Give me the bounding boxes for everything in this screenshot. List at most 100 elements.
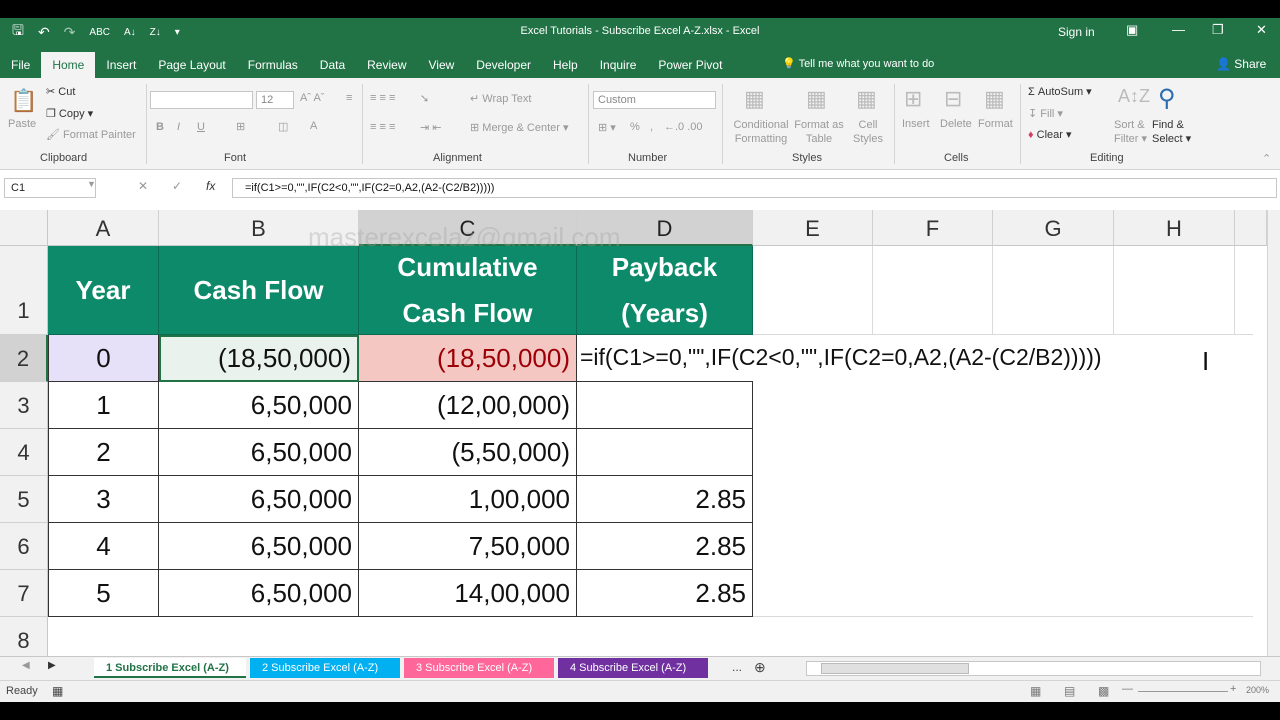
tab-view[interactable]: View	[418, 52, 466, 78]
save-icon[interactable]: 🖫	[12, 20, 24, 44]
magnifier-icon[interactable]: ⚲	[1158, 84, 1176, 113]
cell-year[interactable]: 0	[48, 335, 159, 382]
tab-data[interactable]: Data	[309, 52, 356, 78]
grow-font-icon[interactable]: Aˆ Aˇ	[300, 92, 324, 104]
paste-icon[interactable]: 📋	[10, 88, 37, 114]
tab-home[interactable]: Home	[41, 52, 96, 78]
font-size-box[interactable]: 12	[256, 91, 294, 109]
cell-cash-flow[interactable]: 6,50,000	[159, 570, 359, 617]
paste-button[interactable]: Paste	[8, 118, 36, 130]
orientation-icon[interactable]: ➘	[420, 92, 429, 105]
comma-icon[interactable]: ,	[650, 121, 653, 133]
row-header-2[interactable]: 2	[0, 335, 48, 382]
fill-color-icon[interactable]: ◫	[278, 120, 288, 133]
cell-year[interactable]: 5	[48, 570, 159, 617]
autosum-button[interactable]: Σ AutoSum ▾	[1028, 85, 1092, 98]
borders-icon[interactable]: ⊞	[236, 120, 245, 133]
format-cells-button[interactable]: Format	[978, 118, 1013, 130]
tab-file[interactable]: File	[0, 52, 41, 78]
fill-button[interactable]: ↧ Fill ▾	[1028, 107, 1063, 120]
sheet-tab-2[interactable]: 2 Subscribe Excel (A-Z)	[250, 658, 400, 678]
format-painter-button[interactable]: 🖌 Format Painter	[46, 128, 136, 141]
normal-view-icon[interactable]: ▦	[1030, 684, 1041, 698]
insert-function-icon[interactable]: fx	[206, 179, 215, 193]
cell-styles-button[interactable]: Cell Styles	[848, 118, 888, 146]
wrap-text-button[interactable]: ↵ Wrap Text	[470, 92, 531, 105]
tab-insert[interactable]: Insert	[95, 52, 147, 78]
zoom-in-icon[interactable]: +	[1230, 683, 1236, 695]
cell-cumulative[interactable]: (18,50,000)	[359, 335, 577, 382]
tab-formulas[interactable]: Formulas	[237, 52, 309, 78]
font-name-box[interactable]	[150, 91, 253, 109]
row-header-3[interactable]: 3	[0, 382, 48, 429]
delete-cells-icon[interactable]: ⊟	[944, 86, 962, 112]
sort-filter-button[interactable]: Sort & Filter ▾	[1114, 118, 1147, 146]
cell-year[interactable]: 3	[48, 476, 159, 523]
enter-icon[interactable]: ✓	[172, 179, 182, 193]
cell-cumulative[interactable]: (12,00,000)	[359, 382, 577, 429]
insert-cells-button[interactable]: Insert	[902, 118, 930, 130]
conditional-formatting-button[interactable]: Conditional Formatting	[730, 118, 792, 146]
cell-cash-flow[interactable]: 6,50,000	[159, 476, 359, 523]
cell-year[interactable]: 4	[48, 523, 159, 570]
header-cumulative[interactable]: Cumulative Cash Flow	[359, 246, 577, 335]
cell-payback[interactable]	[577, 429, 753, 476]
cell-payback[interactable]: 2.85	[577, 523, 753, 570]
format-as-table-icon[interactable]: ▦	[806, 86, 827, 112]
cell-cash-flow[interactable]: 6,50,000	[159, 382, 359, 429]
tab-page-layout[interactable]: Page Layout	[147, 52, 236, 78]
currency-icon[interactable]: ⊞ ▾	[598, 121, 616, 134]
customize-qat-icon[interactable]: ▾	[175, 27, 180, 38]
next-sheet-icon[interactable]: ▶	[48, 660, 56, 671]
ribbon-display-icon[interactable]: ▣	[1126, 22, 1138, 38]
sign-in-link[interactable]: Sign in	[1058, 25, 1095, 39]
name-box-dropdown-icon[interactable]: ▼	[87, 179, 96, 189]
undo-icon[interactable]: ↶	[38, 24, 50, 41]
vertical-scrollbar[interactable]	[1267, 210, 1280, 656]
name-box[interactable]: C1	[4, 178, 96, 198]
clear-button[interactable]: ♦ Clear ▾	[1028, 128, 1072, 141]
row-header-5[interactable]: 5	[0, 476, 48, 523]
delete-cells-button[interactable]: Delete	[940, 118, 972, 130]
align-top-icon[interactable]: ≡ ≡ ≡	[370, 92, 395, 104]
bold-button[interactable]: B	[156, 121, 164, 133]
header-payback[interactable]: Payback (Years)	[577, 246, 753, 335]
insert-cells-icon[interactable]: ⊞	[904, 86, 922, 112]
row-header-4[interactable]: 4	[0, 429, 48, 476]
row-header-6[interactable]: 6	[0, 523, 48, 570]
close-icon[interactable]: ✕	[1256, 22, 1267, 38]
row-header-8[interactable]: 8	[0, 617, 48, 656]
zoom-level[interactable]: 200%	[1246, 685, 1269, 695]
conditional-formatting-icon[interactable]: ▦	[744, 86, 765, 112]
spellcheck-icon[interactable]: ABC	[89, 27, 110, 38]
tab-developer[interactable]: Developer	[465, 52, 542, 78]
cell-year[interactable]: 2	[48, 429, 159, 476]
restore-icon[interactable]: ❐	[1212, 22, 1224, 38]
find-select-button[interactable]: Find & Select ▾	[1152, 118, 1191, 146]
merge-center-button[interactable]: ⊞ Merge & Center ▾	[470, 121, 569, 134]
text-direction-icon[interactable]: ≡	[346, 92, 352, 104]
font-color-icon[interactable]: A	[310, 120, 317, 132]
new-sheet-icon[interactable]: ⊕	[754, 659, 766, 676]
collapse-ribbon-icon[interactable]: ⌃	[1262, 152, 1271, 165]
sheet-tab-1[interactable]: 1 Subscribe Excel (A-Z)	[94, 658, 246, 678]
minimize-icon[interactable]: —	[1172, 22, 1185, 37]
percent-icon[interactable]: %	[630, 121, 640, 133]
tab-help[interactable]: Help	[542, 52, 589, 78]
cell-edit-text[interactable]: =if(C1>=0,"",IF(C2<0,"",IF(C2=0,A2,(A2-(…	[580, 344, 1102, 374]
page-layout-icon[interactable]: ▤	[1064, 684, 1075, 698]
row-header-7[interactable]: 7	[0, 570, 48, 617]
cell-cash-flow[interactable]: 6,50,000	[159, 523, 359, 570]
underline-button[interactable]: U	[197, 121, 205, 133]
format-cells-icon[interactable]: ▦	[984, 86, 1005, 112]
cell-year[interactable]: 1	[48, 382, 159, 429]
column-header-a[interactable]: A	[48, 210, 159, 246]
page-break-icon[interactable]: ▩	[1098, 684, 1109, 698]
zoom-out-icon[interactable]: —	[1122, 683, 1133, 695]
tell-me-box[interactable]: 💡 Tell me what you want to do	[782, 57, 934, 70]
worksheet-grid[interactable]: A B C D E F G H masterexcelaz@gmail.com …	[0, 210, 1280, 656]
horizontal-scrollbar[interactable]	[806, 661, 1261, 676]
sort-asc-icon[interactable]: A↓	[124, 27, 136, 38]
cell-cumulative[interactable]: 14,00,000	[359, 570, 577, 617]
sheet-tab-3[interactable]: 3 Subscribe Excel (A-Z)	[404, 658, 554, 678]
